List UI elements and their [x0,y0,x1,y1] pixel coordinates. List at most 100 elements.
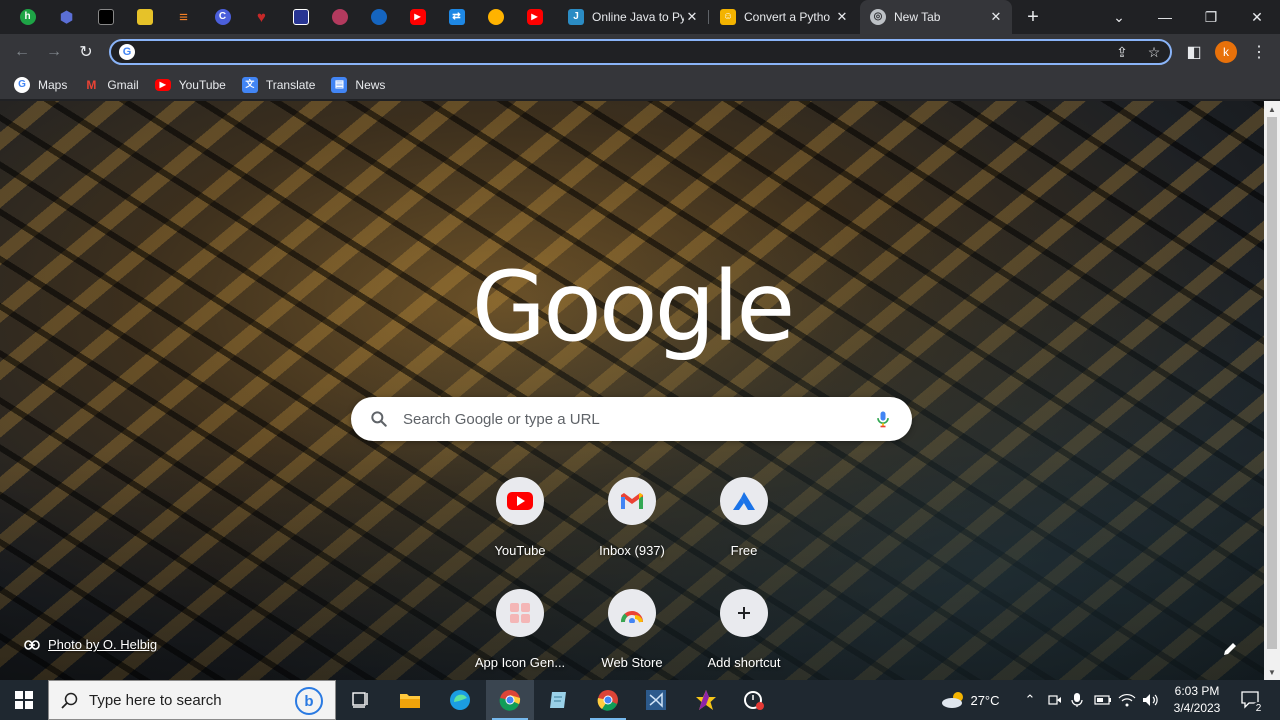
weather-temperature[interactable]: 27°C [968,680,1002,720]
pinned-tab[interactable]: ≡ [164,0,203,34]
pinned-tab[interactable] [125,0,164,34]
taskbar-recorder[interactable] [730,680,778,720]
taskbar-search-input[interactable] [89,691,289,709]
youtube-icon: ▶ [526,9,543,25]
share-icon[interactable]: ⇪ [1112,43,1132,61]
pinned-tab[interactable] [359,0,398,34]
bing-icon[interactable]: b [295,687,323,715]
news-icon: ▤ [331,76,348,93]
taskbar-clock[interactable]: 6:03 PM 3/4/2023 [1166,683,1228,717]
close-icon[interactable]: ✕ [684,9,700,25]
scroll-down-icon[interactable]: ▼ [1264,664,1280,680]
chrome-icon: ◎ [870,9,886,25]
pinned-tab[interactable]: ▶ [515,0,554,34]
search-box[interactable] [351,397,912,441]
forward-button[interactable]: → [40,38,68,66]
bookmark-translate[interactable]: 文 Translate [241,72,324,98]
photo-credit-link[interactable]: Photo by O. Helbig [24,637,157,652]
tab-online-java[interactable]: J Online Java to Py ✕ [558,0,708,34]
pinned-tab[interactable]: ♥ [242,0,281,34]
start-button[interactable] [0,680,48,720]
back-button[interactable]: ← [8,38,36,66]
shortcut-tile [608,477,656,525]
shortcut-free[interactable]: Free [688,475,800,579]
restore-button[interactable]: ❐ [1188,0,1234,34]
shortcut-tile [720,589,768,637]
volume-icon[interactable] [1140,680,1162,720]
reload-button[interactable]: ↻ [72,38,100,66]
taskbar-star-app[interactable] [682,680,730,720]
wifi-icon[interactable] [1116,680,1138,720]
shortcut-web-store[interactable]: Web Store [576,587,688,680]
microphone-icon[interactable] [873,409,893,429]
bookmark-star-icon[interactable]: ☆ [1144,43,1164,61]
profile-avatar[interactable]: k [1215,41,1237,63]
customize-button[interactable] [1218,637,1242,661]
pinned-tab[interactable] [86,0,125,34]
taskbar-search-box[interactable]: b [48,680,336,720]
arrow-left-icon: ← [14,43,30,60]
pinned-tab[interactable] [281,0,320,34]
search-input[interactable] [403,409,863,429]
stack-icon: ≡ [179,8,188,26]
shortcut-youtube[interactable]: YouTube [464,475,576,579]
bookmark-maps[interactable]: G Maps [14,72,75,98]
youtube-icon: ▶ [409,9,426,25]
taskbar-notepad[interactable] [534,680,582,720]
folder-icon [400,694,420,708]
bookmark-news[interactable]: ▤ News [331,72,393,98]
pinned-tab[interactable]: ⬢ [47,0,86,34]
show-hidden-icons-button[interactable]: ⌃ [1020,680,1040,720]
tab-search-button[interactable]: ⌄ [1096,0,1142,34]
address-bar[interactable]: G ⇪ ☆ [109,39,1172,65]
scroll-up-icon[interactable]: ▲ [1264,101,1280,117]
close-icon[interactable]: ✕ [834,9,850,25]
shortcut-inbox[interactable]: Inbox (937) [576,475,688,579]
page-scrollbar[interactable]: ▲ ▼ [1264,101,1280,680]
windows-logo-icon [15,691,33,709]
pinned-tab[interactable]: ▶ [398,0,437,34]
taskbar-chrome[interactable] [584,680,632,720]
task-view-button[interactable] [336,680,384,720]
scrollbar-thumb[interactable] [1267,117,1277,649]
pinned-tab[interactable]: ⇄ [437,0,476,34]
partly-cloudy-icon [942,692,963,708]
shortcut-app-icon-gen[interactable]: App Icon Gen... [464,587,576,680]
address-input[interactable] [143,43,1103,61]
tab-title: Online Java to Py [592,10,684,24]
shortcut-label: Free [730,543,758,558]
shortcut-tile [720,477,768,525]
taskbar-chrome-active[interactable] [486,680,534,720]
weather-widget[interactable] [936,680,972,720]
close-window-button[interactable]: ✕ [1234,0,1280,34]
arrows-icon: ⇄ [448,9,465,25]
pinned-tab[interactable]: h [8,0,47,34]
clock-date: 3/4/2023 [1173,701,1221,715]
bookmark-youtube[interactable]: ▶ YouTube [154,72,234,98]
taskbar-file-explorer[interactable] [386,680,434,720]
add-shortcut-button[interactable]: Add shortcut [688,587,800,680]
pinned-tab[interactable] [476,0,515,34]
notification-center-button[interactable]: 2 [1236,680,1266,720]
battery-icon[interactable] [1092,680,1114,720]
tab-convert-python[interactable]: ☺ Convert a Pytho ✕ [710,0,858,34]
minimize-button[interactable]: — [1142,0,1188,34]
pencil-icon [1224,643,1236,655]
reload-icon: ↻ [79,44,93,61]
pinned-tab[interactable]: C [203,0,242,34]
new-tab-page: Google YouTube [0,101,1264,680]
meet-now-icon[interactable] [1044,680,1066,720]
bookmark-gmail[interactable]: M Gmail [83,72,146,98]
close-icon[interactable]: ✕ [988,9,1004,25]
youtube-icon [507,492,533,510]
google-logo: Google [471,251,796,363]
taskbar-edge[interactable] [436,680,484,720]
microphone-icon[interactable] [1066,680,1088,720]
menu-button[interactable]: ⋮ [1245,38,1273,66]
tab-new-tab[interactable]: ◎ New Tab ✕ [860,0,1012,34]
heart-icon: ♥ [257,8,266,26]
pinned-tab[interactable] [320,0,359,34]
new-tab-button[interactable]: + [1022,6,1044,28]
taskbar-visual-studio[interactable] [632,680,680,720]
side-panel-button[interactable]: ◧ [1180,38,1208,66]
